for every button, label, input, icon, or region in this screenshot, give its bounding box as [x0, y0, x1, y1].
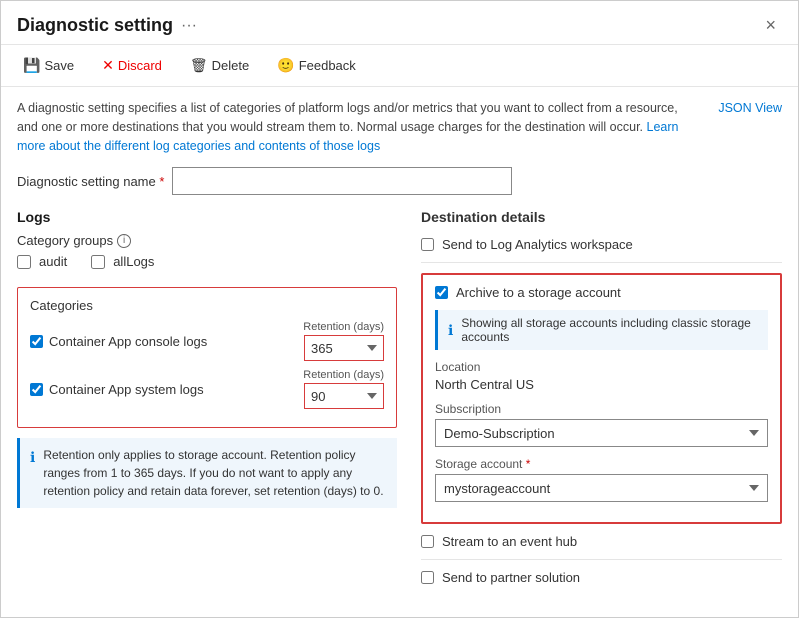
retention-info-text: Retention only applies to storage accoun…: [43, 446, 387, 500]
title-row: Diagnostic setting ···: [17, 15, 197, 36]
storage-info-icon: ℹ: [448, 322, 453, 339]
retention-select-1[interactable]: 90 365 30 0: [304, 383, 384, 409]
storage-account-select[interactable]: mystorageaccount: [435, 474, 768, 502]
diagnostic-setting-dialog: Diagnostic setting ··· × 💾 Save ✕ Discar…: [0, 0, 799, 618]
category-groups-header: Category groups i: [17, 233, 397, 248]
name-label: Diagnostic setting name *: [17, 174, 164, 189]
cat-left-1: Container App system logs: [30, 382, 204, 397]
cat-right-0: Retention (days) 365 90 30 0: [303, 321, 384, 361]
save-label: Save: [44, 58, 74, 73]
all-logs-checkbox[interactable]: [91, 255, 105, 269]
all-logs-label: allLogs: [113, 254, 154, 269]
retention-label-1: Retention (days): [303, 369, 384, 381]
main-columns: Logs Category groups i audit allLogs: [17, 209, 782, 605]
storage-account-field: Storage account * mystorageaccount: [435, 457, 768, 502]
delete-icon: 🗑: [190, 57, 208, 74]
storage-info-text: Showing all storage accounts including c…: [461, 316, 758, 344]
destination-title: Destination details: [421, 209, 782, 225]
category-item-0: Container App console logs Retention (da…: [30, 321, 384, 361]
feedback-icon: 🙂: [277, 57, 294, 74]
log-analytics-checkbox[interactable]: [421, 238, 434, 251]
event-hub-row: Stream to an event hub: [421, 534, 782, 560]
archive-header: Archive to a storage account: [435, 285, 768, 300]
save-icon: 💾: [23, 57, 40, 74]
cat-label-0: Container App console logs: [49, 334, 207, 349]
log-analytics-label: Send to Log Analytics workspace: [442, 237, 633, 252]
location-field: Location North Central US: [435, 360, 768, 392]
categories-box: Categories Container App console logs Re…: [17, 287, 397, 428]
close-button[interactable]: ×: [759, 13, 782, 38]
cat-checkbox-1[interactable]: [30, 383, 43, 396]
archive-label: Archive to a storage account: [456, 285, 621, 300]
storage-required-mark: *: [526, 457, 531, 471]
archive-box: Archive to a storage account ℹ Showing a…: [421, 273, 782, 524]
all-logs-checkbox-row: allLogs: [91, 254, 154, 269]
toolbar: 💾 Save ✕ Discard 🗑 Delete 🙂 Feedback: [1, 45, 798, 87]
audit-checkbox[interactable]: [17, 255, 31, 269]
retention-label-0: Retention (days): [303, 321, 384, 333]
right-column: Destination details Send to Log Analytic…: [421, 209, 782, 605]
event-hub-label: Stream to an event hub: [442, 534, 577, 549]
json-view-link[interactable]: JSON View: [718, 99, 782, 118]
description-text-block: A diagnostic setting specifies a list of…: [17, 99, 697, 155]
category-item-1: Container App system logs Retention (day…: [30, 369, 384, 409]
ellipsis-icon[interactable]: ···: [181, 17, 197, 35]
partner-label: Send to partner solution: [442, 570, 580, 585]
delete-label: Delete: [212, 58, 250, 73]
log-analytics-row: Send to Log Analytics workspace: [421, 237, 782, 263]
audit-checkbox-row: audit: [17, 254, 67, 269]
logs-section-title: Logs: [17, 209, 397, 225]
partner-row: Send to partner solution: [421, 570, 782, 595]
delete-button[interactable]: 🗑 Delete: [184, 53, 255, 78]
diagnostic-name-input[interactable]: [172, 167, 512, 195]
archive-checkbox[interactable]: [435, 286, 448, 299]
discard-label: Discard: [118, 58, 162, 73]
location-label: Location: [435, 360, 768, 374]
discard-icon: ✕: [102, 57, 114, 74]
location-value: North Central US: [435, 377, 768, 392]
categories-title: Categories: [30, 298, 384, 313]
discard-button[interactable]: ✕ Discard: [96, 53, 168, 78]
feedback-button[interactable]: 🙂 Feedback: [271, 53, 362, 78]
category-groups-info-icon[interactable]: i: [117, 234, 131, 248]
name-required: *: [159, 174, 164, 189]
storage-info-box: ℹ Showing all storage accounts including…: [435, 310, 768, 350]
retention-info-box: ℹ Retention only applies to storage acco…: [17, 438, 397, 508]
audit-label: audit: [39, 254, 67, 269]
description-text: A diagnostic setting specifies a list of…: [17, 101, 678, 134]
event-hub-checkbox[interactable]: [421, 535, 434, 548]
cat-label-1: Container App system logs: [49, 382, 204, 397]
content-area: A diagnostic setting specifies a list of…: [1, 87, 798, 617]
dialog-title: Diagnostic setting: [17, 15, 173, 36]
info-icon-left: ℹ: [30, 447, 35, 468]
name-field-row: Diagnostic setting name *: [17, 167, 782, 195]
retention-select-0[interactable]: 365 90 30 0: [304, 335, 384, 361]
partner-checkbox[interactable]: [421, 571, 434, 584]
subscription-field: Subscription Demo-Subscription: [435, 402, 768, 447]
cat-checkbox-0[interactable]: [30, 335, 43, 348]
description-section: A diagnostic setting specifies a list of…: [17, 99, 782, 155]
save-button[interactable]: 💾 Save: [17, 53, 80, 78]
feedback-label: Feedback: [299, 58, 356, 73]
cat-left-0: Container App console logs: [30, 334, 207, 349]
dialog-header: Diagnostic setting ··· ×: [1, 1, 798, 45]
cat-right-1: Retention (days) 90 365 30 0: [303, 369, 384, 409]
subscription-label: Subscription: [435, 402, 768, 416]
left-column: Logs Category groups i audit allLogs: [17, 209, 397, 605]
storage-account-label: Storage account *: [435, 457, 768, 471]
subscription-select[interactable]: Demo-Subscription: [435, 419, 768, 447]
